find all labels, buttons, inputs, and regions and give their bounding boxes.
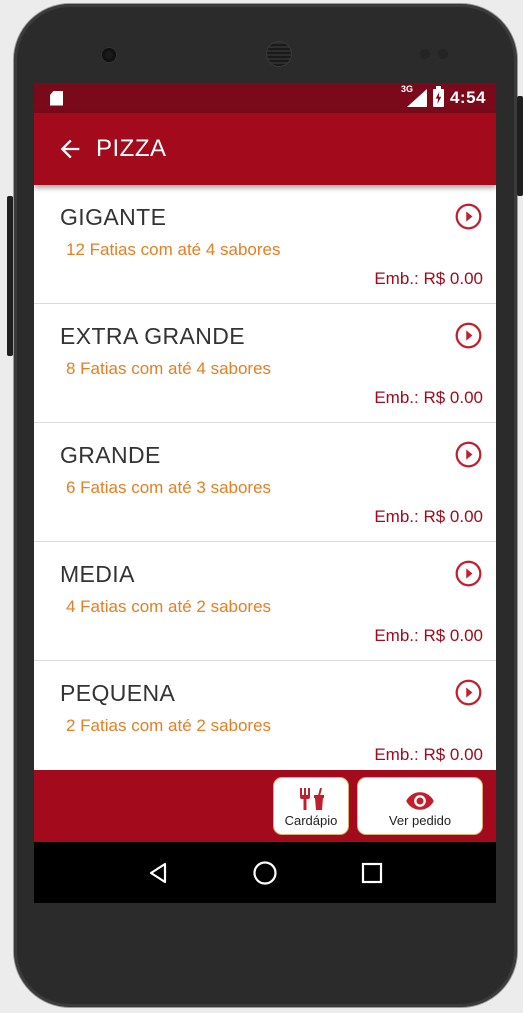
item-description: 12 Fatias com até 4 sabores — [66, 240, 281, 259]
list-item[interactable]: GIGANTE 12 Fatias com até 4 sabores Emb.… — [34, 185, 496, 304]
item-price: Emb.: R$ 0.00 — [374, 507, 483, 526]
item-name: PEQUENA — [60, 680, 176, 706]
item-price: Emb.: R$ 0.00 — [374, 626, 483, 645]
pizza-size-list[interactable]: GIGANTE 12 Fatias com até 4 sabores Emb.… — [34, 185, 496, 770]
item-name: EXTRA GRANDE — [60, 323, 246, 349]
bottom-action-bar: Cardápio Ver pedido — [34, 770, 496, 842]
ver-pedido-button[interactable]: Ver pedido — [357, 777, 483, 835]
item-name: GIGANTE — [60, 204, 167, 230]
signal-icon: 3G — [401, 84, 427, 107]
item-price: Emb.: R$ 0.00 — [374, 269, 483, 288]
eye-icon — [406, 792, 434, 810]
list-item[interactable]: GRANDE 6 Fatias com até 3 sabores Emb.: … — [34, 423, 496, 542]
network-type: 3G — [400, 84, 413, 94]
item-name: MEDIA — [60, 561, 135, 587]
nav-recents-icon[interactable] — [359, 860, 385, 886]
play-circle-icon[interactable] — [455, 560, 482, 587]
app-screen: 3G 4:54 PIZZA GIGANTE 12 Fatias com até … — [34, 83, 496, 903]
volume-button — [7, 196, 13, 356]
item-name: GRANDE — [60, 442, 161, 468]
status-time: 4:54 — [449, 88, 486, 107]
app-toolbar: PIZZA — [34, 113, 496, 185]
arrow-left-icon[interactable] — [56, 135, 84, 163]
camera-icon — [102, 48, 116, 62]
list-item[interactable]: MEDIA 4 Fatias com até 2 sabores Emb.: R… — [34, 542, 496, 661]
item-description: 2 Fatias com até 2 sabores — [66, 716, 272, 735]
item-price: Emb.: R$ 0.00 — [374, 388, 483, 407]
cardapio-label: Cardápio — [284, 813, 338, 828]
item-description: 8 Fatias com até 4 sabores — [66, 359, 272, 378]
power-button — [517, 96, 523, 196]
system-nav-bar — [34, 842, 496, 903]
list-item[interactable]: EXTRA GRANDE 8 Fatias com até 4 sabores … — [34, 304, 496, 423]
utensils-icon — [300, 787, 324, 810]
speaker-grille — [267, 42, 291, 66]
battery-charging-icon — [432, 86, 444, 107]
item-description: 4 Fatias com até 2 sabores — [66, 597, 272, 616]
sd-card-icon — [50, 90, 63, 106]
cardapio-button[interactable]: Cardápio — [273, 777, 349, 835]
status-bar: 3G 4:54 — [34, 83, 496, 113]
play-circle-icon[interactable] — [455, 203, 482, 230]
sensor — [420, 49, 430, 59]
nav-home-icon[interactable] — [252, 860, 278, 886]
item-description: 6 Fatias com até 3 sabores — [66, 478, 272, 497]
play-circle-icon[interactable] — [455, 679, 482, 706]
item-price: Emb.: R$ 0.00 — [374, 745, 483, 764]
list-item[interactable]: PEQUENA 2 Fatias com até 2 sabores Emb.:… — [34, 661, 496, 770]
play-circle-icon[interactable] — [455, 322, 482, 349]
nav-back-icon[interactable] — [145, 860, 171, 886]
sensor — [438, 49, 448, 59]
page-title: PIZZA — [96, 135, 167, 162]
play-circle-icon[interactable] — [455, 441, 482, 468]
ver-pedido-label: Ver pedido — [388, 813, 452, 828]
